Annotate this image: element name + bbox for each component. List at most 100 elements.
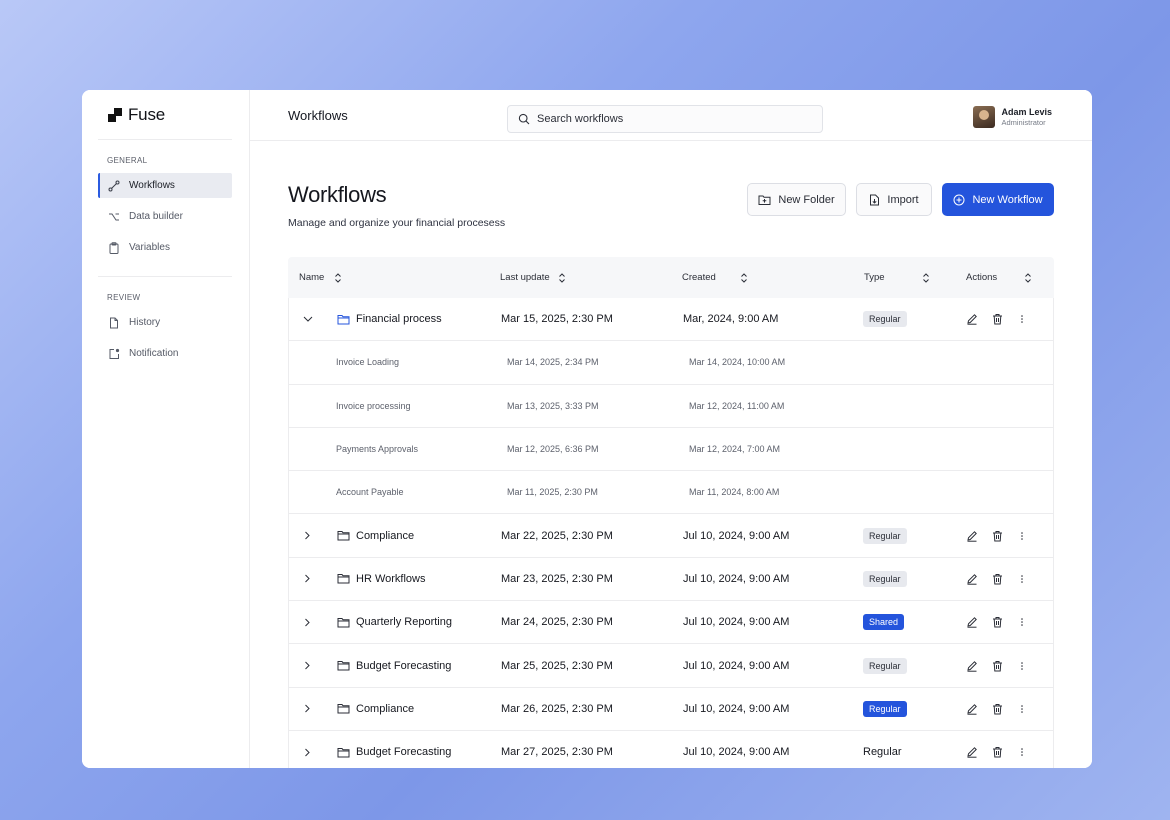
new-folder-label: New Folder (778, 193, 835, 206)
more-icon[interactable] (1020, 558, 1024, 600)
sort-icon[interactable] (334, 272, 342, 283)
row-created: Jul 10, 2024, 9:00 AM (683, 616, 790, 629)
new-workflow-button[interactable]: New Workflow (942, 183, 1054, 216)
more-icon[interactable] (1020, 644, 1024, 686)
edit-icon[interactable] (966, 731, 978, 768)
chevron-right-icon[interactable] (303, 688, 311, 730)
topbar-title: Workflows (288, 107, 348, 123)
sort-icon[interactable] (1024, 272, 1032, 283)
table-row[interactable]: Compliance Mar 22, 2025, 2:30 PM Jul 10, 2… (288, 514, 1054, 558)
column-header-created[interactable]: Created (682, 257, 747, 298)
chevron-right-icon[interactable] (303, 731, 311, 768)
edit-icon[interactable] (966, 601, 978, 643)
section-title-review: REVIEW (107, 293, 141, 302)
row-name[interactable]: Budget Forecasting (356, 644, 451, 686)
table-row-child[interactable]: Invoice Loading Mar 14, 2025, 2:34 PM Mar … (288, 341, 1054, 385)
edit-icon[interactable] (966, 514, 978, 556)
sidebar-item-data-builder[interactable]: Data builder (98, 204, 232, 229)
table-row[interactable]: Quarterly Reporting Mar 24, 2025, 2:30 PM… (288, 601, 1054, 645)
user-menu[interactable]: Adam Levis Administrator (973, 106, 1052, 128)
chevron-right-icon[interactable] (303, 644, 311, 686)
trash-icon[interactable] (992, 644, 1003, 686)
row-name[interactable]: Invoice Loading (336, 341, 399, 383)
column-label: Last update (500, 272, 550, 283)
chevron-right-icon[interactable] (303, 601, 311, 643)
folder-plus-icon (758, 194, 771, 206)
row-name[interactable]: Invoice processing (336, 385, 411, 427)
more-icon[interactable] (1020, 731, 1024, 768)
sidebar-item-workflows[interactable]: Workflows (98, 173, 232, 198)
sort-icon[interactable] (558, 272, 566, 283)
row-name[interactable]: HR Workflows (356, 558, 425, 600)
chevron-right-icon[interactable] (303, 514, 311, 556)
trash-icon[interactable] (992, 514, 1003, 556)
trash-icon[interactable] (992, 298, 1003, 340)
row-last-update: Mar 14, 2025, 2:34 PM (507, 357, 599, 368)
more-icon[interactable] (1020, 688, 1024, 730)
trash-icon[interactable] (992, 558, 1003, 600)
table-row-child[interactable]: Payments Approvals Mar 12, 2025, 6:36 PM M… (288, 427, 1054, 472)
sidebar-item-history[interactable]: History (98, 310, 232, 335)
table-row[interactable]: Budget Forecasting Mar 27, 2025, 2:30 PM J… (288, 730, 1054, 768)
row-name[interactable]: Compliance (356, 514, 414, 556)
workflows-table: Name Last update Created Type Actions Fi… (288, 257, 1054, 768)
clipboard-icon (108, 241, 120, 254)
sidebar-item-variables[interactable]: Variables (98, 235, 232, 260)
trash-icon[interactable] (992, 688, 1003, 730)
row-name[interactable]: Compliance (356, 688, 414, 730)
row-created: Jul 10, 2024, 9:00 AM (683, 529, 790, 542)
row-name[interactable]: Quarterly Reporting (356, 601, 452, 643)
column-header-type[interactable]: Type (864, 257, 929, 298)
type-badge: Regular (863, 527, 907, 544)
row-created: Jul 10, 2024, 9:00 AM (683, 659, 790, 672)
folder-icon (337, 298, 350, 340)
trash-icon[interactable] (992, 601, 1003, 643)
folder-icon (337, 558, 350, 600)
avatar (973, 106, 996, 128)
sort-icon[interactable] (922, 272, 930, 283)
search-placeholder: Search workflows (537, 113, 624, 125)
import-label: Import (887, 193, 919, 206)
table-row[interactable]: Budget Forecasting Mar 25, 2025, 2:30 PM J… (288, 644, 1054, 688)
table-row-child[interactable]: Account Payable Mar 11, 2025, 2:30 PM Mar … (288, 471, 1054, 515)
edit-icon[interactable] (966, 644, 978, 686)
row-last-update: Mar 26, 2025, 2:30 PM (501, 702, 613, 715)
type-badge: Regular (863, 311, 907, 328)
row-last-update: Mar 15, 2025, 2:30 PM (501, 313, 613, 326)
edit-icon[interactable] (966, 688, 978, 730)
new-folder-button[interactable]: New Folder (747, 183, 846, 216)
sidebar-item-notification[interactable]: Notification (98, 341, 232, 366)
row-name[interactable]: Budget Forecasting (356, 731, 451, 768)
search-icon (518, 113, 530, 125)
user-name: Adam Levis (1001, 106, 1052, 117)
table-row[interactable]: Financial process Mar 15, 2025, 2:30 PM Ma… (288, 298, 1054, 342)
column-header-name[interactable]: Name (299, 257, 341, 298)
file-icon (108, 317, 120, 329)
edit-icon[interactable] (966, 298, 978, 340)
trash-icon[interactable] (992, 731, 1003, 768)
more-icon[interactable] (1020, 298, 1024, 340)
logo[interactable]: Fuse (98, 90, 232, 140)
column-header-actions[interactable]: Actions (966, 257, 1031, 298)
sidebar-item-label: Data builder (129, 211, 183, 222)
column-header-last-update[interactable]: Last update (500, 257, 565, 298)
more-icon[interactable] (1020, 601, 1024, 643)
import-button[interactable]: Import (856, 183, 932, 216)
chevron-right-icon[interactable] (303, 558, 311, 600)
row-name[interactable]: Payments Approvals (336, 428, 418, 470)
table-row[interactable]: Compliance Mar 26, 2025, 2:30 PM Jul 10, 2… (288, 687, 1054, 731)
column-label: Actions (966, 272, 998, 283)
chevron-down-icon[interactable] (303, 298, 313, 340)
search-input[interactable]: Search workflows (507, 105, 823, 133)
file-import-icon (869, 194, 880, 206)
row-name[interactable]: Financial process (356, 298, 442, 340)
topbar: Workflows Search workflows Adam Levis Ad… (250, 90, 1092, 141)
more-icon[interactable] (1020, 514, 1024, 556)
row-name[interactable]: Account Payable (336, 471, 404, 513)
folder-icon (337, 601, 350, 643)
edit-icon[interactable] (966, 558, 978, 600)
table-row[interactable]: HR Workflows Mar 23, 2025, 2:30 PM Jul 10,… (288, 557, 1054, 602)
row-created: Jul 10, 2024, 9:00 AM (683, 702, 790, 715)
sort-icon[interactable] (740, 272, 748, 283)
table-row-child[interactable]: Invoice processing Mar 13, 2025, 3:33 PM M… (288, 384, 1054, 428)
